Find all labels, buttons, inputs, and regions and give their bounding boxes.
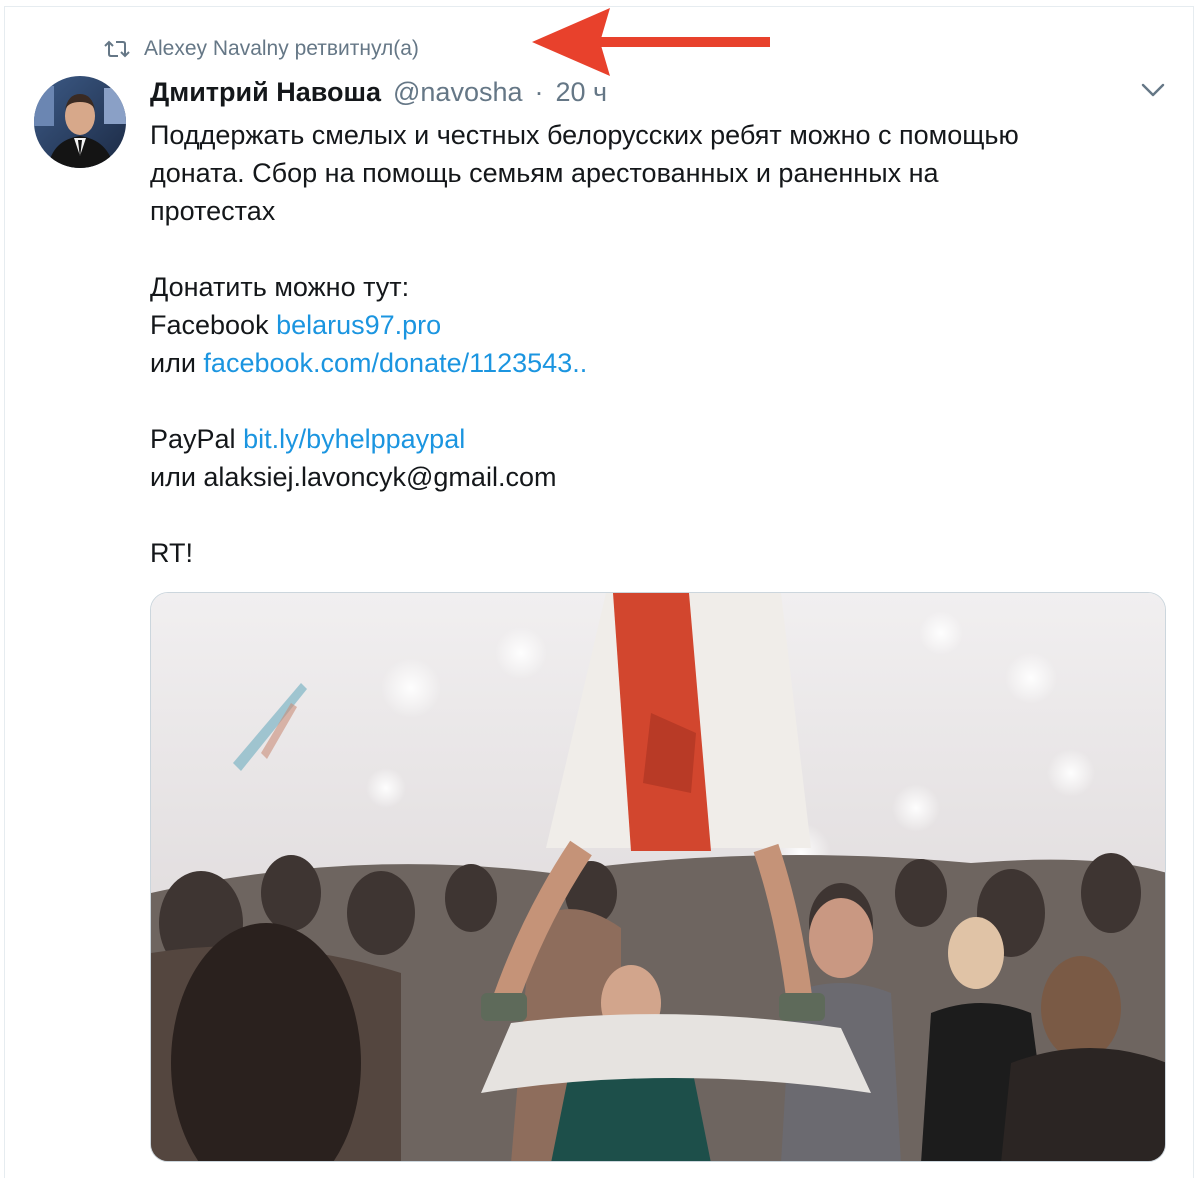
tweet-header: Дмитрий Навоша @navosha · 20 ч <box>150 72 607 112</box>
tweet-text-line: Facebook belarus97.pro <box>150 306 1180 344</box>
tweet-text-line: или facebook.com/donate/1123543.. <box>150 344 1180 382</box>
author-handle[interactable]: @navosha <box>393 77 523 108</box>
retweet-context[interactable]: Alexey Navalny ретвитнул(а) <box>104 34 419 64</box>
tweet-text-line: протестах <box>150 196 276 226</box>
text-prefix: или <box>150 348 204 378</box>
protest-photo-image <box>151 593 1165 1161</box>
facebook-donate-link[interactable]: facebook.com/donate/1123543.. <box>203 348 587 378</box>
red-arrow-icon <box>532 8 770 76</box>
author-name[interactable]: Дмитрий Навоша <box>150 77 381 108</box>
tweet-timestamp[interactable]: 20 ч <box>556 77 608 108</box>
text-prefix: Facebook <box>150 310 277 340</box>
chevron-down-icon[interactable] <box>1140 80 1166 100</box>
tweet-text-line: доната. Сбор на помощь семьям арестованн… <box>150 158 939 188</box>
tweet-text-line: RT! <box>150 538 194 568</box>
retweet-icon <box>104 40 130 58</box>
author-avatar[interactable] <box>34 76 126 168</box>
text-prefix: PayPal <box>150 424 244 454</box>
separator-dot: · <box>534 76 544 107</box>
tweet-text-line: или alaksiej.lavoncyk@gmail.com <box>150 462 557 492</box>
tweet-text-line: Поддержать смелых и честных белорусских … <box>150 120 1019 150</box>
tweet-text: Поддержать смелых и честных белорусских … <box>150 116 1180 572</box>
belarus97-link[interactable]: belarus97.pro <box>276 310 441 340</box>
retweet-label[interactable]: Alexey Navalny ретвитнул(а) <box>144 37 419 61</box>
tweet-media-photo[interactable] <box>150 592 1166 1162</box>
avatar-image <box>34 76 126 168</box>
paypal-link[interactable]: bit.ly/byhelppaypal <box>243 424 465 454</box>
tweet-text-line: PayPal bit.ly/byhelppaypal <box>150 420 1180 458</box>
tweet-text-line: Донатить можно тут: <box>150 272 410 302</box>
